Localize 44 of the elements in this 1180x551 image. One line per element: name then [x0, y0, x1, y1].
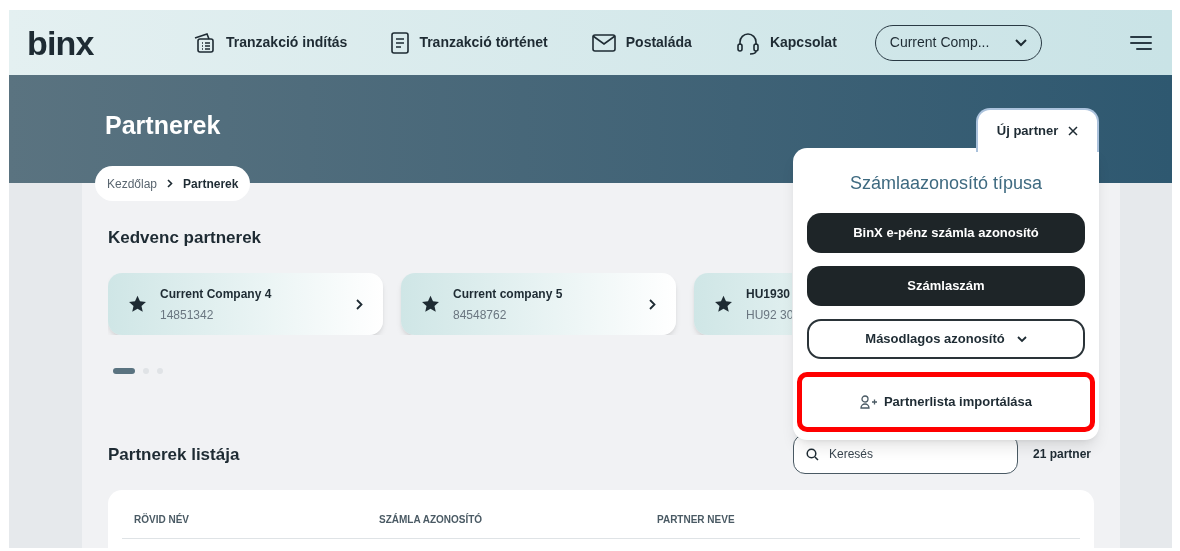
close-icon[interactable] [1068, 126, 1079, 136]
chevron-down-icon [1014, 38, 1027, 47]
partner-id: 84548762 [453, 306, 508, 324]
chevron-down-icon [1016, 335, 1027, 343]
star-icon [714, 295, 733, 313]
nav-link[interactable]: Tranzakció történet [391, 31, 548, 54]
search-icon [806, 448, 819, 461]
column-header: RÖVID NÉV [134, 512, 190, 527]
popup-title: Számlaazonosító típusa [849, 172, 1043, 195]
breadcrumb-current: Partnerek [183, 175, 239, 193]
chevron-right-icon [356, 298, 363, 310]
document-icon [391, 31, 410, 54]
partner-id: HU92 30 [746, 306, 792, 324]
chevron-right-icon [167, 179, 174, 188]
partner-card[interactable]: Current Company 4 14851342 [108, 273, 383, 335]
dropdown-button[interactable]: Másodlagos azonosító [807, 319, 1085, 359]
partner-card[interactable]: Current company 5 84548762 [401, 273, 676, 335]
partner-name: Current Company 4 [160, 285, 272, 303]
section-title: Partnerek listája [108, 444, 240, 466]
breadcrumb-link[interactable]: Kezdőlap [107, 174, 158, 193]
new-partner-tab[interactable]: Új partner [976, 108, 1099, 152]
card-icon [192, 31, 216, 54]
nav-link[interactable]: Postaláda [591, 32, 692, 53]
logo[interactable]: binx [27, 25, 177, 60]
chevron-right-icon [649, 298, 656, 310]
star-icon [128, 295, 147, 313]
partner-count: 21 partner [1033, 446, 1092, 463]
column-header: PARTNER NEVE [657, 513, 736, 527]
mail-icon [591, 33, 616, 52]
partner-id: 14851342 [160, 306, 215, 324]
page-title: Partnerek [105, 113, 221, 138]
star-icon [421, 295, 440, 313]
option-button[interactable]: BinX e-pénz számla azonosító [807, 213, 1085, 253]
partner-name: Current company 5 [453, 285, 563, 303]
column-header: SZÁMLA AZONOSÍTÓ [379, 512, 484, 527]
add-person-icon [859, 395, 878, 409]
nav-link[interactable]: Kapcsolat [735, 30, 837, 55]
partner-card[interactable]: HU1930 HU92 30 [694, 273, 792, 335]
nav-link[interactable]: Tranzakció indítás [192, 31, 348, 54]
headset-icon [735, 30, 760, 55]
partner-name: HU1930 [746, 285, 792, 303]
option-button[interactable]: Számlaszám [807, 266, 1085, 306]
menu-icon[interactable] [1130, 34, 1152, 51]
section-title: Kedvenc partnerek [108, 227, 262, 249]
